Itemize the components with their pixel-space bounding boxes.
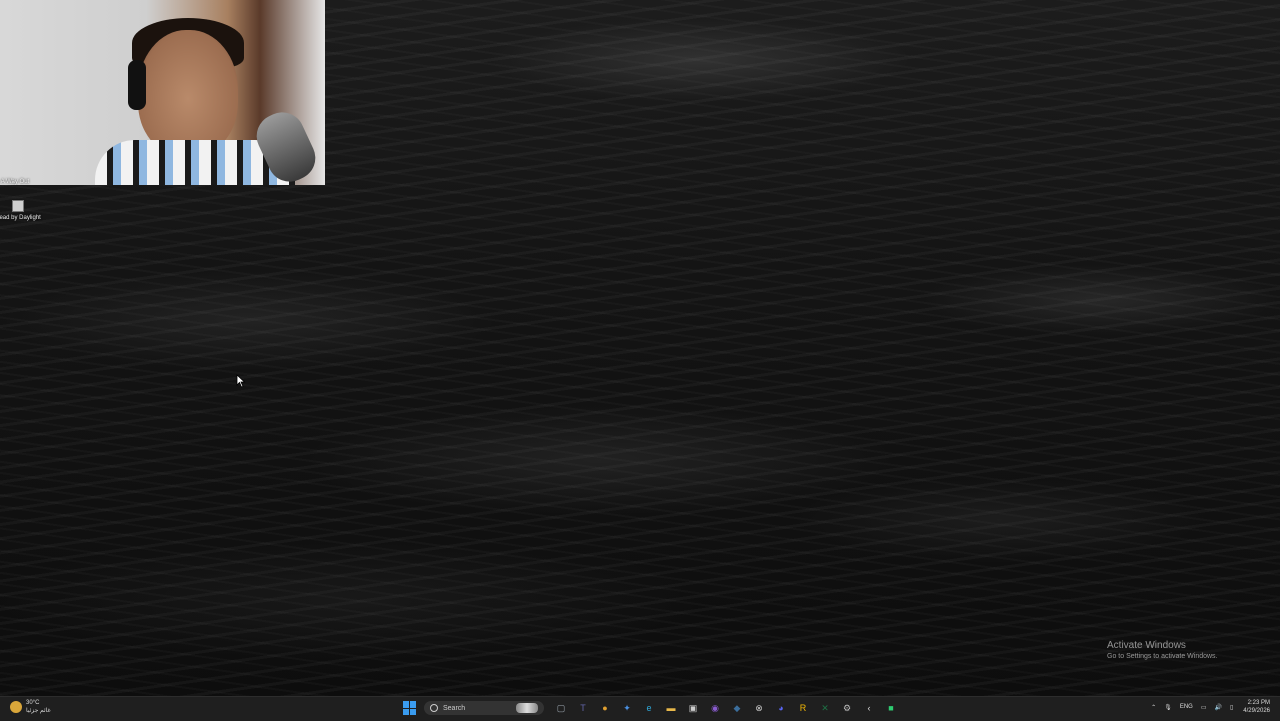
search-icon [430,704,438,712]
obs-icon[interactable]: ◉ [707,700,723,716]
weather-condition: غائم جزئيا [26,708,51,714]
system-tray: ⌃ 🎙 ENG ▭ 🔊 ▯ 2:23 PM 4/29/2026 [1147,699,1270,715]
weather-temp: 30°C [26,700,40,706]
taskbar: 30°C غائم جزئيا Search ▢ T ● ✦ e ▬ ▣ ◉ ◆ ⊗ ◕ R ✕ ⚙ ‹ ■ … [0,696,1280,721]
chevron-up-icon[interactable]: ⌃ [1151,704,1156,711]
epic-icon[interactable]: ‹ [861,700,877,716]
start-button[interactable] [403,701,417,715]
weather-icon [10,701,22,713]
search-highlight-icon [516,703,538,713]
game-shortcut-icon [12,200,24,212]
activate-windows-watermark: Activate Windows Go to Settings to activ… [1107,640,1218,660]
copilot-icon[interactable]: ✦ [619,700,635,716]
desktop-icon-a-way-out[interactable]: A Way Out [0,178,45,186]
headphone-icon [128,60,146,110]
webcam-face [138,30,238,155]
taskbar-search[interactable]: Search [424,701,544,715]
teams-icon[interactable]: T [575,700,591,716]
desktop-icon-dead-by-daylight[interactable]: Dead by Daylight [0,200,48,222]
app-green-icon[interactable]: ■ [883,700,899,716]
chrome-icon[interactable]: ● [597,700,613,716]
webcam-overlay [0,0,325,185]
excel-icon[interactable]: ✕ [817,700,833,716]
clock-time: 2:23 PM [1247,700,1270,706]
rockstar-icon[interactable]: R [795,700,811,716]
watermark-title: Activate Windows [1107,640,1186,651]
battery-icon[interactable]: ▯ [1230,704,1233,711]
network-icon[interactable]: ▭ [1201,704,1207,711]
desktop-icon-label: Dead by Daylight [0,215,41,221]
mouse-cursor-icon [236,374,246,388]
language-indicator[interactable]: ENG [1180,704,1193,710]
task-view-icon[interactable]: ▢ [553,700,569,716]
settings-icon[interactable]: ⚙ [839,700,855,716]
taskbar-apps: Search ▢ T ● ✦ e ▬ ▣ ◉ ◆ ⊗ ◕ R ✕ ⚙ ‹ ■ [400,700,902,716]
search-placeholder: Search [443,704,466,712]
clock-date: 4/29/2026 [1243,708,1270,714]
volume-icon[interactable]: 🔊 [1215,704,1222,711]
discord-icon[interactable]: ◕ [773,700,789,716]
file-explorer-icon[interactable]: ▬ [663,700,679,716]
desktop-icon-label: A Way Out [0,179,30,185]
clock[interactable]: 2:23 PM 4/29/2026 [1243,699,1270,715]
store-icon[interactable]: ▣ [685,700,701,716]
steam-icon[interactable]: ◆ [729,700,745,716]
edge-icon[interactable]: e [641,700,657,716]
xbox-icon[interactable]: ⊗ [751,700,767,716]
weather-widget[interactable]: 30°C غائم جزئيا [10,699,51,715]
watermark-subtitle: Go to Settings to activate Windows. [1107,653,1218,660]
microphone-tray-icon[interactable]: 🎙 [1164,704,1172,711]
